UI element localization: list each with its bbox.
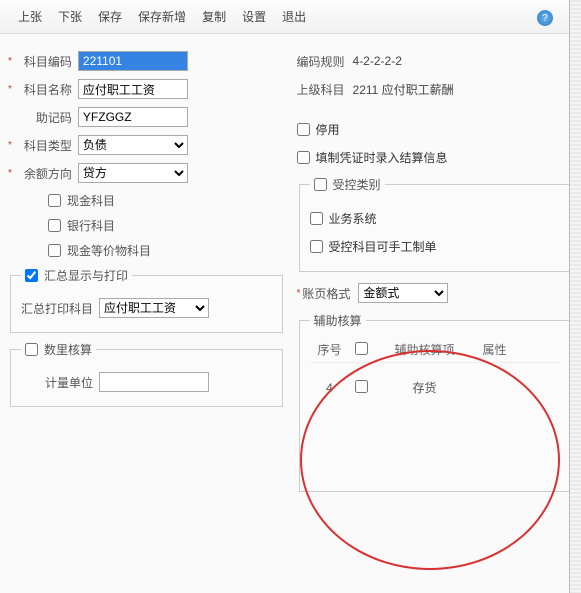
tb-settings[interactable]: 设置 [242,8,266,25]
cb-biz[interactable] [310,212,323,225]
lbl-name: 科目名称 [14,81,72,98]
cb-manual[interactable] [310,240,323,253]
input-mnemonic[interactable] [78,107,188,127]
input-name[interactable] [78,79,188,99]
lbl-unit: 计量单位 [21,374,93,391]
select-type[interactable]: 负债 [78,135,188,155]
th-attr: 属性 [470,341,520,358]
tb-exit[interactable]: 退出 [282,8,306,25]
tb-save-new[interactable]: 保存新增 [138,8,186,25]
lbl-bank: 银行科目 [67,217,115,234]
select-print[interactable]: 应付职工工资 [99,298,209,318]
lbl-settle: 填制凭证时录入结算信息 [316,149,448,166]
cb-summary[interactable] [25,269,38,282]
cb-ctrl[interactable] [314,178,327,191]
lbl-manual: 受控科目可手工制单 [329,238,437,255]
cb-bank[interactable] [48,219,61,232]
cb-casheq[interactable] [48,244,61,257]
lbl-print: 汇总打印科目 [21,300,93,317]
fs-qty: 数里核算 计量单位 [10,341,283,407]
lbl-casheq: 现金等价物科目 [67,242,151,259]
lbl-type: 科目类型 [14,137,72,154]
right-edge [569,0,581,593]
th-item: 辅助核算项 [380,341,470,358]
select-dir[interactable]: 贷方 [78,163,188,183]
input-code[interactable] [78,51,188,71]
toolbar: 上张 下张 保存 保存新增 复制 设置 退出 ? [0,0,581,34]
tb-copy[interactable]: 复制 [202,8,226,25]
lbl-rule: 编码规则 [297,53,345,70]
val-rule: 4-2-2-2-2 [353,54,402,68]
val-parent: 2211 应付职工薪酬 [353,81,454,98]
lgd-qty: 数里核算 [44,341,92,358]
lbl-pagefmt: 账页格式 [302,285,350,302]
help-icon[interactable]: ? [537,10,553,26]
td-item: 存货 [380,379,470,396]
cb-aux-all[interactable] [355,342,368,355]
cb-cash[interactable] [48,194,61,207]
lgd-summary: 汇总显示与打印 [44,267,128,284]
tb-save[interactable]: 保存 [98,8,122,25]
cb-aux-row[interactable] [355,380,368,393]
lbl-code: 科目编码 [14,53,72,70]
cb-qty[interactable] [25,343,38,356]
input-unit[interactable] [99,372,209,392]
fs-ctrl: 受控类别 业务系统 受控科目可手工制单 [299,176,572,272]
aux-table-head: 序号 辅助核算项 属性 [310,337,561,363]
lbl-disable: 停用 [316,121,340,138]
lbl-parent: 上级科目 [297,81,345,98]
lbl-biz: 业务系统 [329,210,377,227]
cb-disable[interactable] [297,123,310,136]
tb-prev[interactable]: 上张 [18,8,42,25]
left-column: *科目编码 *科目名称 *助记码 *科目类型负债 *余额方向贷方 现金科目 银行… [8,44,285,500]
fs-aux: 辅助核算 序号 辅助核算项 属性 4 存货 [299,312,572,492]
aux-table-row[interactable]: 4 存货 [310,363,561,412]
lbl-mnemonic: 助记码 [14,109,72,126]
fs-summary: 汇总显示与打印 汇总打印科目应付职工工资 [10,267,283,333]
select-pagefmt[interactable]: 金额式 [358,283,448,303]
lgd-ctrl: 受控类别 [333,176,381,193]
lbl-dir: 余额方向 [14,165,72,182]
cb-settle[interactable] [297,151,310,164]
td-seq: 4 [310,381,350,395]
lgd-aux: 辅助核算 [310,312,366,329]
lbl-cash: 现金科目 [67,192,115,209]
th-seq: 序号 [310,341,350,358]
right-column: 编码规则 4-2-2-2-2 上级科目 2211 应付职工薪酬 停用 填制凭证时录入… [297,44,574,500]
tb-next[interactable]: 下张 [58,8,82,25]
